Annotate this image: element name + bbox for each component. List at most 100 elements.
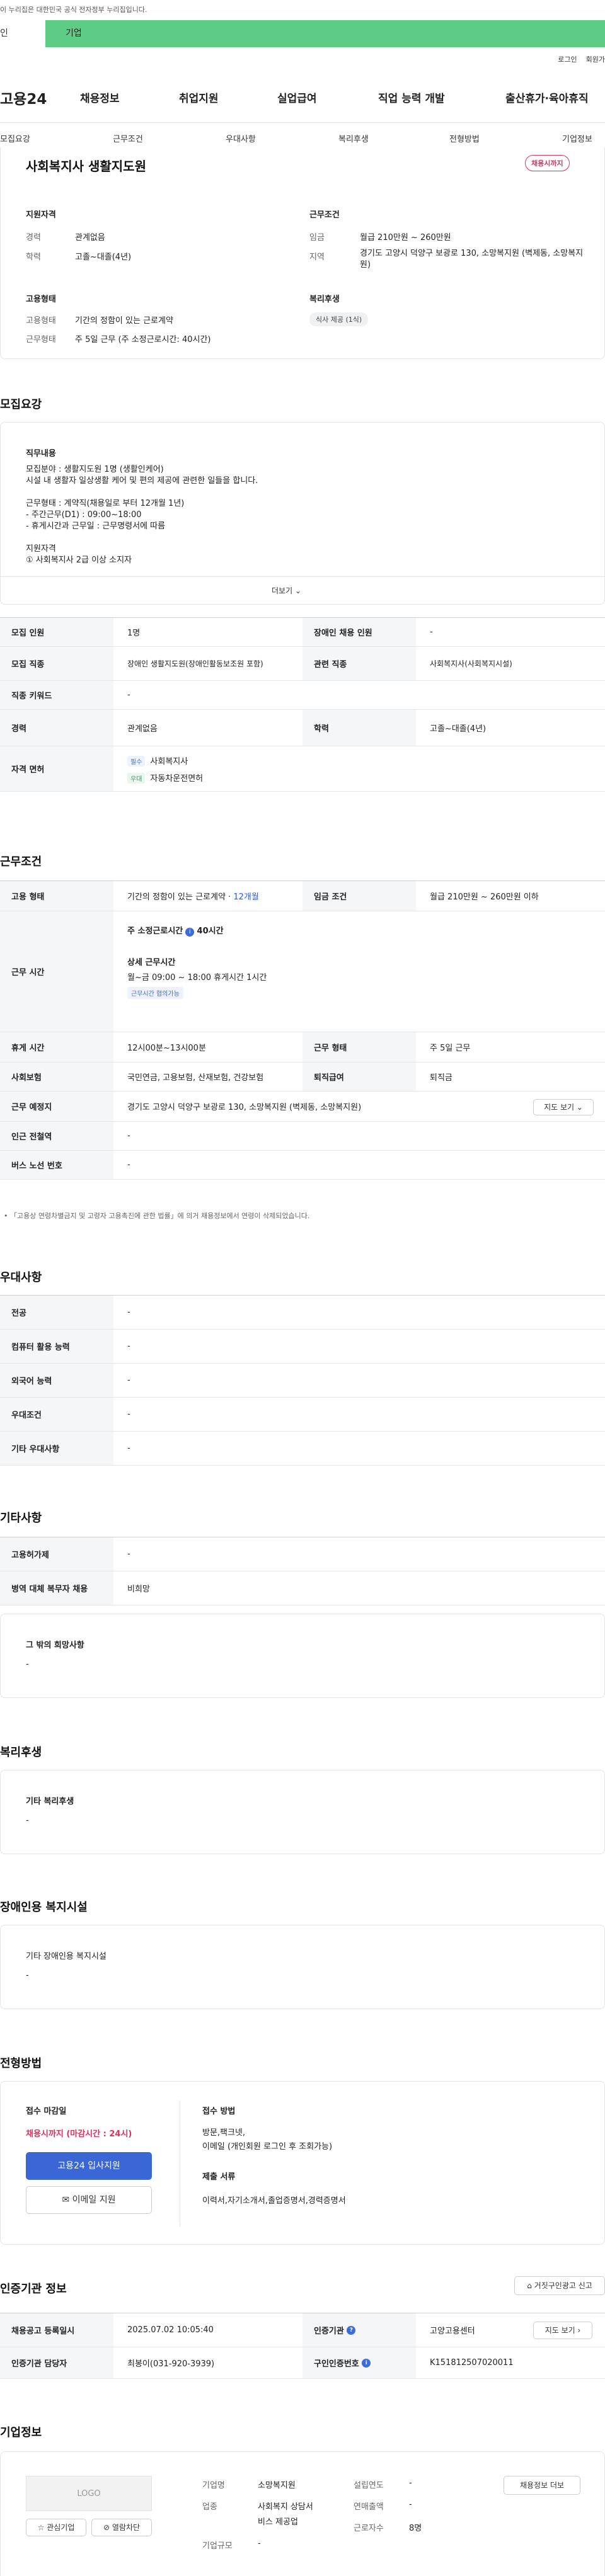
gnb-item[interactable]: 직업 능력 개발 xyxy=(378,89,445,105)
section-title-recruit: 모집요강 xyxy=(0,398,42,411)
subnav-item[interactable]: 우대사항 xyxy=(226,132,256,144)
chevron-down-icon: ⌄ xyxy=(576,1103,583,1112)
welfare-heading: 복리후생 xyxy=(309,295,340,304)
info-icon[interactable]: i xyxy=(362,2358,371,2368)
section-title-conditions: 근무조건 xyxy=(0,855,42,869)
row-label: 모집 인원 xyxy=(0,618,113,646)
edu-value: 고졸~대졸(4년) xyxy=(75,253,132,262)
row-label: 근무 예정지 xyxy=(0,1091,113,1121)
row-label: 관련 직종 xyxy=(302,647,416,680)
status-badge: 채용시까지 xyxy=(525,155,570,171)
table-row: 고용허가제 - xyxy=(0,1537,605,1571)
wage-value: 월급 210만원 ~ 260만원 xyxy=(360,233,451,242)
row-label: 직종 키워드 xyxy=(0,681,113,709)
row-label: 병역 대체 복무자 채용 xyxy=(0,1571,113,1605)
auth-map-label: 지도 보기 xyxy=(544,2326,575,2335)
industry-label: 업종 xyxy=(202,2502,217,2512)
tab-company[interactable]: 기업 xyxy=(66,20,82,47)
chevron-right-icon: › xyxy=(577,2326,581,2335)
disability-heading: 기타 장애인용 복지시설 xyxy=(26,1952,107,1961)
row-label: 모집 직종 xyxy=(0,647,113,680)
gnb-item[interactable]: 취업지원 xyxy=(179,89,219,105)
row-label: 인근 전철역 xyxy=(0,1122,113,1150)
deadline-heading: 접수 마감일 xyxy=(26,2107,67,2116)
row-label: 사회보험 xyxy=(0,1063,113,1091)
detail-hours-label: 상세 근무시간 xyxy=(127,958,176,967)
row-value: - xyxy=(127,1160,130,1170)
row-label: 고용허가제 xyxy=(0,1537,113,1571)
subnav-item[interactable]: 기업정보 xyxy=(562,132,592,144)
row-label: 퇴직급여 xyxy=(302,1063,416,1091)
flex-badge: 근무시간 협의가능 xyxy=(127,987,183,999)
table-row: 고용 형태 기간의 정함이 있는 근로계약 · 12개월 임금 조건 월급 210만원… xyxy=(0,881,605,911)
table-row: 사회보험 국민연금, 고용보험, 산재보험, 건강보험 퇴직급여 퇴직금 xyxy=(0,1063,605,1091)
login-link[interactable]: 로그인 xyxy=(558,55,577,64)
divider xyxy=(0,122,605,123)
subnav-item[interactable]: 모집요강 xyxy=(0,132,30,144)
row-label: 근무 시간 xyxy=(0,911,113,1032)
cond-heading: 근무조건 xyxy=(309,210,340,220)
more-button[interactable]: 더보기 ⌄ xyxy=(272,585,301,596)
section-title-auth: 인증기관 정보 xyxy=(0,2282,67,2296)
subnav-item[interactable]: 전형방법 xyxy=(449,132,480,144)
block-label: 열람차단 xyxy=(112,2523,141,2532)
row-label: 우대조건 xyxy=(0,1398,113,1431)
disability-card: 기타 장애인용 복지시설 - xyxy=(0,1925,605,2009)
row-label: 고용 형태 xyxy=(0,881,113,911)
row-value: 주 5일 근무 xyxy=(430,1044,471,1053)
qual-heading: 지원자격 xyxy=(26,210,56,220)
welfare-value: - xyxy=(26,1816,29,1825)
row-value: - xyxy=(127,1444,130,1453)
industry-value: 사회복지 상담서 xyxy=(258,2502,313,2512)
license-tag: 우대 xyxy=(127,772,146,784)
row-value: 2025.07.02 10:05:40 xyxy=(127,2325,214,2335)
career-value: 관계없음 xyxy=(75,233,105,242)
favorite-company-button[interactable]: ☆ 관심기업 xyxy=(26,2519,86,2536)
info-icon[interactable]: i xyxy=(185,928,195,937)
gnb-item[interactable]: 채용정보 xyxy=(80,89,120,105)
method-value-2: 이메일 (개인회원 로그인 후 조회가능) xyxy=(202,2142,333,2151)
row-label: 임금 조건 xyxy=(302,881,416,911)
auth-map-button[interactable]: 지도 보기 › xyxy=(533,2322,592,2339)
row-label: 전공 xyxy=(0,1296,113,1329)
row-value: 고졸~대졸(4년) xyxy=(430,724,487,734)
email-apply-button[interactable]: ✉ 이메일 지원 xyxy=(26,2186,152,2214)
table-row: 우대조건 - xyxy=(0,1398,605,1432)
subnav-item[interactable]: 근무조건 xyxy=(113,132,143,144)
license-item: 필수 사회복지사 xyxy=(127,755,188,767)
region-label: 지역 xyxy=(309,253,325,262)
subnav-item[interactable]: 복리후생 xyxy=(338,132,369,144)
company-jobs-button[interactable]: 채용정보 더보 xyxy=(504,2476,580,2495)
row-value: - xyxy=(127,1308,130,1317)
company-name-value: 소망복지원 xyxy=(258,2481,296,2490)
weekly-value: 40시간 xyxy=(197,926,224,936)
row-label: 채용공고 등록일시 xyxy=(0,2313,113,2347)
question-icon[interactable]: ? xyxy=(347,2325,356,2335)
report-fake-ad-button[interactable]: ⌂ 거짓구인광고 신고 xyxy=(514,2276,605,2295)
row-value: 12시00분~13시00분 xyxy=(127,1044,206,1053)
disability-value: - xyxy=(26,1971,29,1980)
table-row: 컴퓨터 활용 능력 - xyxy=(0,1330,605,1364)
edu-label: 학력 xyxy=(26,253,41,262)
row-label: 외국어 능력 xyxy=(0,1364,113,1397)
conditions-table: 고용 형태 기간의 정함이 있는 근로계약 · 12개월 임금 조건 월급 210만원… xyxy=(0,881,605,1180)
deadline-value: 채용시까지 (마감시간 : 24시) xyxy=(26,2129,132,2139)
row-value: 비희망 xyxy=(127,1585,150,1594)
emp-value: 기간의 정함이 있는 근로계약 · xyxy=(127,892,231,902)
table-row: 기타 우대사항 - xyxy=(0,1432,605,1466)
row-value: - xyxy=(127,1376,130,1385)
tab-individual[interactable]: 인 xyxy=(0,20,45,47)
row-value: - xyxy=(127,1131,130,1141)
etc-table: 고용허가제 - 병역 대체 복무자 채용 비희망 xyxy=(0,1537,605,1605)
site-logo[interactable]: 고용24 xyxy=(0,87,47,108)
block-company-button[interactable]: ⊘ 열람차단 xyxy=(91,2519,152,2536)
row-label: 구인인증번호 i xyxy=(302,2347,416,2378)
map-button[interactable]: 지도 보기 ⌄ xyxy=(533,1099,594,1115)
apply-button[interactable]: 고용24 입사지원 xyxy=(26,2152,152,2180)
signup-link[interactable]: 회원가 xyxy=(586,55,605,64)
gnb-item[interactable]: 실업급여 xyxy=(277,89,317,105)
other-wish-value: - xyxy=(26,1660,29,1669)
row-label: 근무 형태 xyxy=(302,1032,416,1062)
gnb-item[interactable]: 출산휴가·육아휴직 xyxy=(505,89,589,105)
table-row: 근무 시간 주 소정근로시간 i 40시간 상세 근무시간 월~금 09:00 … xyxy=(0,911,605,1032)
